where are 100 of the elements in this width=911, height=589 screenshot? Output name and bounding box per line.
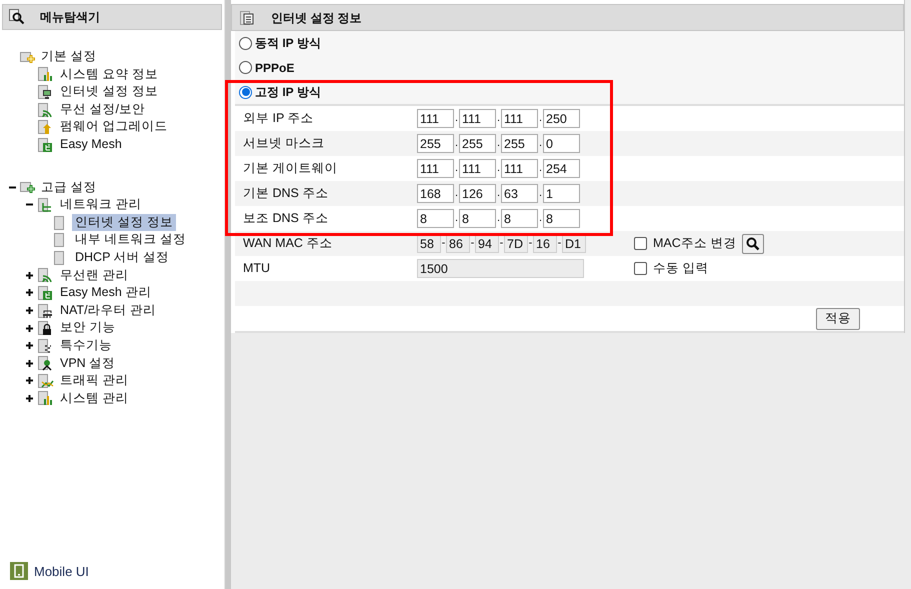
separator-text: . [538, 211, 543, 226]
field-label: 외부 IP 주소 [242, 110, 315, 128]
radio-label: 동적 IP 방식 [255, 35, 321, 52]
input-field[interactable]: 255 [459, 134, 496, 153]
tree-item[interactable]: DHCP 서버 설정 [72, 248, 172, 267]
bar-chart-icon [38, 66, 55, 82]
tree-item[interactable]: 시스템 요약 정보 [57, 66, 161, 84]
tree-item[interactable]: 무선랜 관리 [57, 266, 132, 284]
checkbox-label: 수동 입력 [653, 260, 708, 278]
radio-button[interactable] [239, 86, 252, 98]
tree-item[interactable]: Easy Mesh [57, 136, 125, 154]
line-chart-icon [38, 372, 55, 389]
tree-item[interactable]: 펌웨어 업그레이드 [57, 118, 170, 136]
input-field[interactable]: 255 [501, 134, 538, 153]
separator-text: . [496, 186, 501, 202]
collapse-icon[interactable] [9, 184, 16, 191]
field-label: 기본 게이트웨이 [242, 160, 338, 178]
expand-icon[interactable] [26, 272, 33, 279]
input-field[interactable]: 111 [459, 109, 496, 128]
tree-item[interactable]: 시스템 관리 [57, 390, 132, 408]
input-field[interactable]: 8 [459, 209, 496, 228]
expand-icon[interactable] [26, 394, 33, 402]
folder-icon [20, 179, 37, 196]
separator-text: . [496, 136, 501, 152]
mesh-icon [38, 284, 55, 301]
page-icon [54, 214, 64, 231]
tree-item[interactable]: 특수기능 [57, 336, 115, 354]
field-label: 서브넷 마스크 [242, 135, 326, 152]
separator-text: - [499, 236, 504, 252]
tree-item[interactable]: NAT/라우터 관리 [57, 302, 160, 320]
field-label: WAN MAC 주소 [242, 235, 334, 252]
input-field[interactable]: 8 [417, 209, 454, 228]
input-field[interactable]: 8 [501, 209, 538, 228]
router-icon [38, 302, 55, 319]
separator-text: . [538, 186, 543, 202]
page-icon [54, 250, 64, 266]
tree-item[interactable]: 네트워크 관리 [57, 196, 144, 214]
separator-text: . [538, 136, 543, 152]
tree-item[interactable]: 인터넷 설정 정보 [72, 214, 176, 232]
page-icon [54, 232, 64, 248]
mesh-icon [38, 136, 55, 153]
expand-icon[interactable] [26, 360, 33, 367]
field-label: 기본 DNS 주소 [242, 185, 330, 202]
separator-text: . [496, 111, 501, 126]
expand-icon[interactable] [26, 289, 33, 296]
expand-icon[interactable] [26, 377, 33, 384]
input-field[interactable]: 250 [543, 109, 580, 128]
separator-text: - [441, 236, 446, 252]
radio-button[interactable] [239, 61, 252, 74]
input-field[interactable]: 63 [501, 184, 538, 203]
input-field[interactable]: 254 [543, 159, 580, 178]
search-icon [746, 236, 760, 250]
tree-item[interactable]: 인터넷 설정 정보 [57, 83, 161, 101]
input-field[interactable]: 111 [459, 159, 496, 178]
input-field[interactable]: 111 [501, 109, 538, 128]
radio-button[interactable] [239, 36, 252, 50]
panel-title: 메뉴탐색기 [40, 9, 100, 26]
search-icon [9, 9, 26, 25]
tree-item[interactable]: 무선 설정/보안 [57, 100, 148, 118]
field-label: MTU [242, 260, 272, 278]
expand-icon[interactable] [26, 342, 33, 350]
input-field[interactable]: 8 [543, 209, 580, 228]
separator-text: - [557, 236, 562, 252]
input-field[interactable]: 111 [501, 159, 538, 178]
tree-item[interactable]: Easy Mesh 관리 [57, 284, 154, 302]
bar-chart-icon [38, 390, 55, 406]
input-field[interactable]: 126 [459, 184, 496, 203]
collapse-icon[interactable] [26, 201, 33, 208]
phone-icon [10, 562, 28, 580]
tree-item[interactable]: 기본 설정 [38, 48, 100, 66]
separator-text: . [496, 211, 501, 226]
separator-text: - [528, 236, 533, 252]
expand-icon[interactable] [26, 324, 33, 332]
separator-text: . [538, 111, 543, 126]
input-field[interactable]: 168 [417, 184, 454, 203]
input-field[interactable]: 255 [417, 134, 454, 153]
tree-item[interactable]: 보안 기능 [57, 319, 118, 337]
input-field[interactable]: 111 [417, 109, 454, 128]
radio-label: PPPoE [255, 60, 294, 77]
input-field[interactable]: 111 [417, 159, 454, 178]
input-field[interactable]: 0 [543, 134, 580, 153]
apply-button[interactable]: 적용 [816, 308, 860, 330]
panel-title: 인터넷 설정 정보 [271, 10, 362, 26]
separator-text: . [454, 136, 459, 152]
field-label: 보조 DNS 주소 [242, 210, 330, 228]
separator-text: . [496, 161, 501, 176]
radio-label: 고정 IP 방식 [255, 84, 321, 101]
separator-text: . [538, 161, 543, 176]
tree-item[interactable]: 트래픽 관리 [57, 372, 132, 390]
input-field[interactable]: 1 [543, 184, 580, 203]
checkbox-label: MAC주소 변경 [653, 235, 736, 252]
tree-item[interactable]: 고급 설정 [38, 178, 100, 196]
separator-text: . [454, 111, 459, 126]
tree-item[interactable]: VPN 설정 [57, 354, 118, 372]
separator-text: . [454, 211, 459, 226]
tree-item[interactable]: 내부 네트워크 설정 [72, 231, 189, 249]
mobile-ui-link[interactable]: Mobile UI [34, 562, 89, 581]
separator-text: . [454, 161, 459, 176]
expand-icon[interactable] [26, 307, 33, 314]
separator-text: - [470, 236, 475, 252]
